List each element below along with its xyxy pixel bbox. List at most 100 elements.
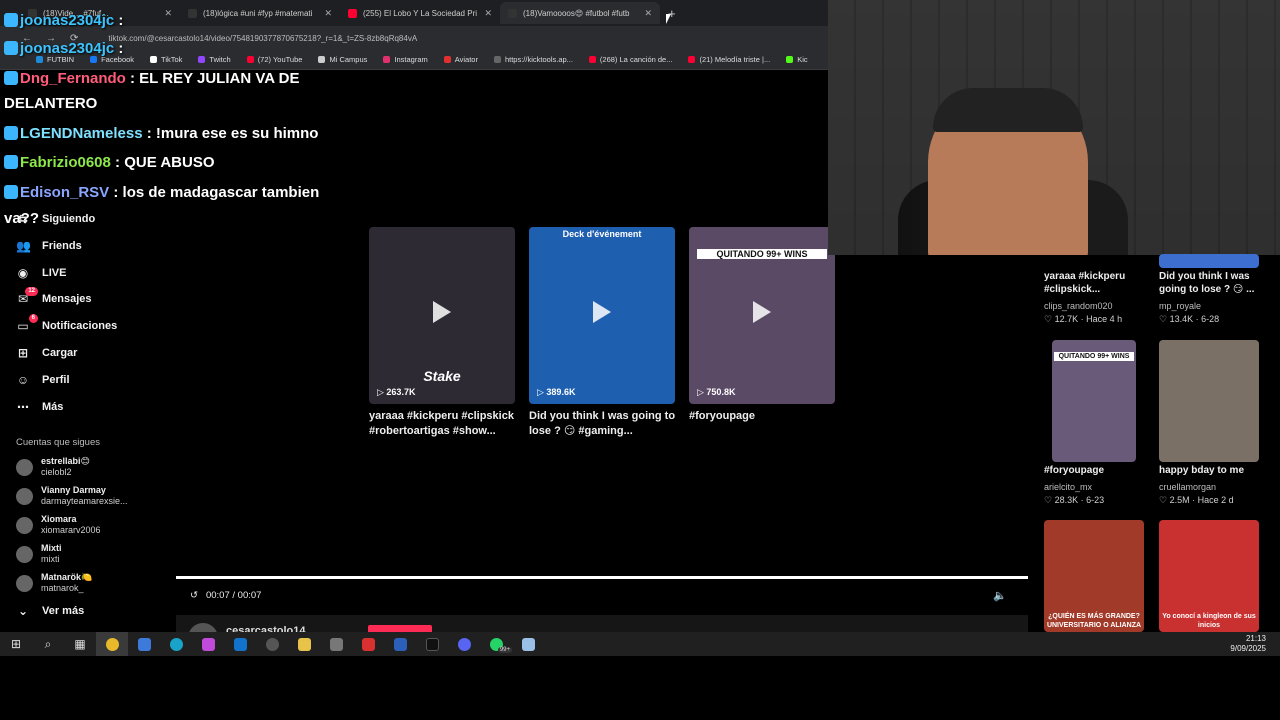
chat-text: : los de madagascar tambien — [113, 184, 320, 201]
progress-fill — [176, 576, 1028, 579]
recommended-thumbnail[interactable]: QUITANDO 99+ WINS — [1052, 340, 1136, 462]
author-avatar[interactable] — [188, 623, 218, 632]
browser-tab-3[interactable]: (255) El Lobo Y La Sociedad Pri ✕ — [340, 2, 500, 24]
chat-message: DELANTERO — [4, 94, 97, 114]
app-icon[interactable] — [192, 632, 224, 656]
recommended-thumbnail[interactable] — [1159, 254, 1259, 268]
author-name[interactable]: cesarcastolo14 — [226, 625, 306, 632]
following-account[interactable]: Mixti mixti — [16, 543, 62, 565]
video-progress-bar[interactable] — [176, 576, 1028, 579]
bookmark-item[interactable]: TikTok — [150, 55, 182, 64]
following-icon: ⇆ — [17, 212, 29, 226]
close-tab-icon[interactable]: ✕ — [484, 8, 492, 19]
sidebar-item-notificaciones[interactable]: ▭ 6 Notificaciones — [16, 314, 117, 333]
video-title[interactable]: yaraaa #kickperu #clipskick #robertoarti… — [369, 409, 519, 439]
following-account[interactable]: estrellabi😊 cielobl2 — [16, 456, 90, 478]
more-icon: ⋯ — [17, 399, 29, 414]
chrome-icon[interactable] — [96, 632, 128, 656]
profile-icon: ☺ — [16, 372, 30, 387]
sidebar-item-cargar[interactable]: ⊞ Cargar — [16, 346, 78, 360]
chat-username: Edison_RSV — [20, 184, 110, 201]
video-card[interactable]: Stake ▷ 263.7K — [369, 227, 515, 404]
play-icon[interactable] — [433, 300, 451, 323]
bookmark-item[interactable]: https://kicktools.ap... — [493, 55, 573, 64]
chat-username: LGENDNameless — [20, 125, 143, 142]
bookmark-item[interactable]: (72) YouTube — [246, 55, 302, 64]
thumbnail-overlay-text: QUITANDO 99+ WINS — [1054, 352, 1134, 361]
browser-tab-4[interactable]: (18)Vamoooos😍 #futbol #futb ✕ — [500, 2, 660, 24]
replay-icon[interactable]: ↺ — [190, 590, 198, 601]
file-explorer-icon[interactable] — [288, 632, 320, 656]
close-tab-icon[interactable]: ✕ — [644, 8, 652, 19]
sidebar-item-perfil[interactable]: ☺ Perfil — [16, 373, 70, 387]
bookmark-item[interactable]: Aviator — [443, 55, 478, 64]
volume-icon[interactable]: 🔈 — [993, 589, 1007, 602]
sidebar-item-mensajes[interactable]: ✉ 12 Mensajes — [16, 287, 92, 306]
sidebar-item-siguiendo[interactable]: ⇆ Siguiendo — [16, 212, 95, 226]
video-title[interactable]: #foryoupage — [689, 409, 839, 424]
tiktok-icon — [188, 8, 197, 18]
obs-icon[interactable] — [256, 632, 288, 656]
recommended-thumbnail[interactable]: ¿QUIÉN ES MÁS GRANDE? UNIVERSITARIO O AL… — [1044, 520, 1144, 632]
chat-badge-icon — [4, 71, 18, 85]
recommended-author[interactable]: mp_royale — [1159, 301, 1201, 311]
follow-button[interactable] — [368, 625, 432, 632]
bookmark-item[interactable]: (21) Melodía triste |... — [688, 55, 770, 64]
windows-start-icon[interactable]: ⊞ — [0, 632, 32, 656]
bookmark-item[interactable]: (268) La canción de... — [588, 55, 672, 64]
bookmark-item[interactable]: Mi Campus — [318, 55, 367, 64]
bookmark-item[interactable]: Twitch — [198, 55, 231, 64]
youtube-icon — [348, 8, 357, 18]
close-tab-icon[interactable]: ✕ — [324, 8, 332, 19]
bookmark-item[interactable]: Instagram — [383, 55, 428, 64]
recommended-title[interactable]: #foryoupage — [1044, 464, 1148, 477]
bookmark-item[interactable]: Kic — [786, 55, 808, 64]
discord-icon[interactable] — [448, 632, 480, 656]
recommended-thumbnail[interactable]: Yo conocí a kingleon de sus inicios — [1159, 520, 1259, 632]
store-icon[interactable] — [128, 632, 160, 656]
chat-username: Fabrizio0608 — [20, 154, 111, 171]
whatsapp-icon[interactable]: 99+ — [480, 632, 512, 656]
app-icon[interactable] — [512, 632, 544, 656]
recommended-title[interactable]: Did you think I was going to lose ? 😏 ..… — [1159, 270, 1263, 296]
see-more-button[interactable]: ⌄ Ver más — [16, 604, 84, 618]
word-icon[interactable] — [384, 632, 416, 656]
following-account[interactable]: Matnarök🍋 matnarok_ — [16, 572, 92, 594]
chat-message: Edison_RSV : los de madagascar tambien — [4, 183, 319, 203]
outlook-icon[interactable] — [224, 632, 256, 656]
following-account[interactable]: Xiomara xiomararv2006 — [16, 514, 101, 536]
chat-badge-icon — [4, 126, 18, 140]
recommended-meta: ♡ 12.7K · Hace 4 h — [1044, 314, 1123, 324]
sidebar-item-live[interactable]: ◉ LIVE — [16, 266, 67, 280]
sidebar-item-friends[interactable]: 👥 Friends — [16, 239, 82, 253]
browser-tab-2[interactable]: (18)lógica #uni #fyp #matemati ✕ — [180, 2, 340, 24]
recommended-author[interactable]: clips_random020 — [1044, 301, 1113, 311]
taskbar-clock[interactable]: 21:13 9/09/2025 — [1230, 634, 1266, 654]
following-account[interactable]: Vianny Darmay darmayteamarexsie... — [16, 485, 128, 507]
recommended-thumbnail[interactable] — [1159, 340, 1259, 462]
avatar — [16, 487, 33, 505]
recommended-author[interactable]: cruellamorgan — [1159, 482, 1216, 492]
video-card[interactable]: Deck d'événement ▷ 389.6K — [529, 227, 675, 404]
recommended-author[interactable]: arielcito_mx — [1044, 482, 1092, 492]
chat-text: : — [118, 40, 124, 57]
video-author-strip: cesarcastolo14 — [176, 615, 1028, 632]
gamepad-icon[interactable] — [320, 632, 352, 656]
app-red-icon[interactable] — [352, 632, 384, 656]
search-icon[interactable]: ⌕ — [32, 632, 64, 656]
video-title[interactable]: Did you think I was going to lose ? 😏 #g… — [529, 409, 679, 439]
tiktok-app-icon[interactable] — [416, 632, 448, 656]
url-field[interactable]: tiktok.com/@cesarcastolo14/video/7548190… — [108, 34, 417, 43]
notifications-icon: ▭ 6 — [16, 314, 38, 333]
play-icon[interactable] — [593, 300, 611, 323]
play-count-icon: ▷ — [377, 387, 387, 397]
close-tab-icon[interactable]: ✕ — [164, 8, 172, 19]
video-card[interactable]: QUITANDO 99+ WINS ▷ 750.8K — [689, 227, 835, 404]
recommended-title[interactable]: happy bday to me — [1159, 464, 1263, 477]
edge-icon[interactable] — [160, 632, 192, 656]
browser-tab-bar: (18)Vide… #7fuf… ✕ (18)lógica #uni #fyp #… — [0, 0, 828, 26]
task-view-icon[interactable]: ▦ — [64, 632, 96, 656]
recommended-title[interactable]: yaraaa #kickperu #clipskick... — [1044, 270, 1148, 296]
sidebar-item-más[interactable]: ⋯ Más — [16, 400, 63, 414]
play-icon[interactable] — [753, 300, 771, 323]
